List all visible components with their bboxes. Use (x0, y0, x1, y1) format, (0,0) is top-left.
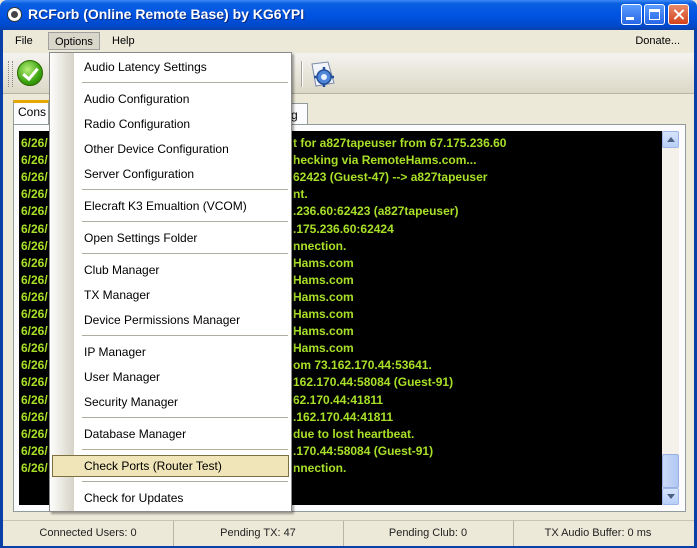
log-line-date: 6/26/ (21, 204, 48, 219)
scroll-up-arrow-icon[interactable] (662, 131, 679, 148)
status-pending-tx: Pending TX: 47 (173, 521, 344, 546)
log-line-message: Hams.com (293, 307, 354, 321)
log-line-message: due to lost heartbeat. (293, 426, 415, 441)
menu-item-radio-config[interactable]: Radio Configuration (84, 113, 190, 135)
log-line-message: nnection. (293, 238, 347, 253)
menu-help[interactable]: Help (106, 32, 141, 50)
log-line-message: Hams.com (293, 255, 354, 270)
menu-item-security-manager[interactable]: Security Manager (84, 391, 178, 413)
scroll-thumb[interactable] (662, 454, 679, 488)
menu-separator (82, 481, 288, 482)
menu-options[interactable]: Options (48, 32, 100, 50)
tab-console[interactable]: Cons (13, 100, 49, 124)
log-line-date: 6/26/ (21, 358, 48, 373)
log-line-date: 6/26/ (21, 375, 48, 390)
menu-item-club-manager[interactable]: Club Manager (84, 259, 159, 281)
log-line-date: 6/26/ (21, 443, 48, 458)
log-line-message: .236.60:62423 (a827tapeuser) (293, 204, 459, 219)
menu-file[interactable]: File (9, 32, 39, 50)
minimize-button[interactable] (621, 4, 642, 25)
menu-item-database-manager[interactable]: Database Manager (84, 423, 186, 445)
menu-item-tx-manager[interactable]: TX Manager (84, 284, 150, 306)
menu-separator (82, 417, 288, 418)
log-line-message: Hams.com (293, 341, 354, 356)
menu-separator (82, 221, 288, 222)
log-line-date: 6/26/ (21, 460, 48, 475)
log-line-message: om 73.162.170.44:53641. (293, 358, 432, 373)
log-line-date: 6/26/ (21, 238, 48, 253)
menu-separator (82, 449, 288, 450)
menu-item-server-config[interactable]: Server Configuration (84, 163, 194, 185)
scroll-down-arrow-icon[interactable] (662, 488, 679, 505)
log-line-date: 6/26/ (21, 341, 48, 356)
status-tx-audio-buffer: TX Audio Buffer: 0 ms (544, 527, 652, 539)
log-line-message: 62423 (Guest-47) --> a827tapeuser (293, 170, 488, 185)
menu-item-audio-config[interactable]: Audio Configuration (84, 88, 189, 110)
menu-separator (82, 335, 288, 336)
menu-bar: File Options Help Donate... (3, 30, 694, 52)
log-line-date: 6/26/ (21, 255, 48, 270)
donate-link[interactable]: Donate... (635, 32, 680, 50)
menu-item-check-ports[interactable]: Check Ports (Router Test) (84, 455, 222, 477)
log-line-date: 6/26/ (21, 307, 48, 321)
log-line-message: Hams.com (293, 289, 354, 304)
menu-separator (82, 253, 288, 254)
log-line-message: Hams.com (293, 272, 354, 287)
log-line-message: 62.170.44:41811 (293, 392, 384, 407)
menu-item-k3-emulation[interactable]: Elecraft K3 Emualtion (VCOM) (84, 195, 247, 217)
title-bar[interactable]: RCForb (Online Remote Base) by KG6YPI (0, 0, 697, 30)
log-line-date: 6/26/ (21, 392, 48, 407)
log-line-message: Hams.com (293, 324, 354, 339)
app-icon[interactable] (7, 7, 22, 22)
log-line-message: nnection. (293, 460, 347, 475)
menu-item-open-settings-folder[interactable]: Open Settings Folder (84, 227, 197, 249)
menu-item-user-manager[interactable]: User Manager (84, 366, 160, 388)
log-line-message: .170.44:58084 (Guest-91) (293, 443, 434, 458)
window-title: RCForb (Online Remote Base) by KG6YPI (28, 6, 305, 22)
log-line-message: hecking via RemoteHams.com... (293, 153, 477, 168)
maximize-button[interactable] (644, 4, 665, 25)
menu-icon-strip (50, 53, 74, 511)
status-bar: Connected Users: 0 Pending TX: 47 Pendin… (3, 520, 694, 546)
toolbar-separator (301, 61, 303, 87)
log-line-message: 162.170.44:58084 (Guest-91) (293, 375, 454, 390)
toolbar-grip-icon[interactable] (8, 61, 13, 87)
menu-separator (82, 189, 288, 190)
status-pending-club: Pending Club: 0 (343, 521, 514, 546)
menu-item-ip-manager[interactable]: IP Manager (84, 341, 146, 363)
log-line-date: 6/26/ (21, 289, 48, 304)
log-line-date: 6/26/ (21, 170, 48, 185)
log-line-message: .162.170.44:41811 (293, 409, 394, 424)
status-connected-users: Connected Users: 0 (3, 521, 174, 546)
log-line-date: 6/26/ (21, 409, 48, 424)
console-scrollbar[interactable] (662, 131, 679, 505)
log-line-date: 6/26/ (21, 221, 48, 236)
options-menu: Audio Latency Settings Audio Configuratio… (49, 52, 292, 512)
menu-item-other-device-config[interactable]: Other Device Configuration (84, 138, 229, 160)
close-button[interactable] (668, 4, 689, 25)
log-line-date: 6/26/ (21, 153, 48, 168)
settings-gear-icon[interactable] (308, 59, 338, 89)
menu-item-device-permissions[interactable]: Device Permissions Manager (84, 309, 240, 331)
log-line-date: 6/26/ (21, 324, 48, 339)
menu-item-check-updates[interactable]: Check for Updates (84, 487, 183, 509)
log-line-date: 6/26/ (21, 187, 48, 202)
log-line-message: t for a827tapeuser from 67.175.236.60 (293, 136, 507, 150)
menu-separator (82, 82, 288, 83)
log-line-message: .175.236.60:62424 (293, 221, 394, 236)
log-line-message: nt. (293, 187, 308, 202)
connect-check-icon[interactable] (17, 60, 43, 86)
menu-item-audio-latency[interactable]: Audio Latency Settings (84, 56, 207, 78)
log-line-date: 6/26/ (21, 272, 48, 287)
log-line-date: 6/26/ (21, 136, 48, 150)
log-line-date: 6/26/ (21, 426, 48, 441)
